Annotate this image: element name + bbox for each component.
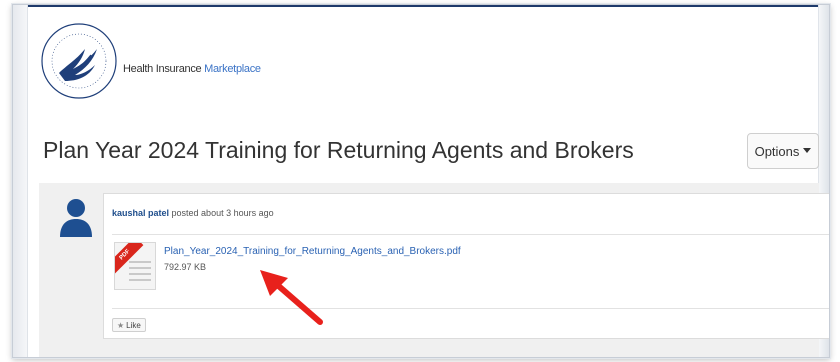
thumbnail-lines xyxy=(129,261,151,285)
page-title: Plan Year 2024 Training for Returning Ag… xyxy=(43,137,634,163)
activity-feed: kaushal patel posted about 3 hours ago P… xyxy=(39,183,829,357)
chevron-down-icon xyxy=(803,147,812,153)
author-link[interactable]: kaushal patel xyxy=(112,208,169,218)
avatar-icon[interactable] xyxy=(59,197,93,237)
post-meta: kaushal patel posted about 3 hours ago xyxy=(112,208,274,218)
divider xyxy=(112,234,829,235)
app-window: Health Insurance Marketplace Plan Year 2… xyxy=(12,4,830,358)
brand-accent-text: Marketplace xyxy=(204,63,261,75)
attachment-size: 792.97 KB xyxy=(164,262,207,272)
like-button[interactable]: ★ Like xyxy=(112,318,146,332)
brand-name: Health Insurance Marketplace xyxy=(123,63,261,75)
left-bezel xyxy=(13,5,28,357)
top-border xyxy=(13,5,829,7)
star-icon: ★ xyxy=(117,320,125,330)
pdf-file-icon[interactable]: PDF xyxy=(114,242,156,290)
post-card: kaushal patel posted about 3 hours ago P… xyxy=(103,193,829,339)
brand-text: Health Insurance xyxy=(123,63,205,75)
options-label: Options xyxy=(754,143,800,159)
post-action-text: posted about 3 hours ago xyxy=(169,208,274,218)
hhs-seal-icon xyxy=(41,23,117,99)
like-label: Like xyxy=(126,320,141,330)
attachment-link[interactable]: Plan_Year_2024_Training_for_Returning_Ag… xyxy=(164,246,461,257)
pointer-arrow-icon xyxy=(260,270,323,325)
options-button[interactable]: Options xyxy=(747,133,819,169)
divider xyxy=(112,308,829,309)
title-bar: Plan Year 2024 Training for Returning Ag… xyxy=(39,123,819,184)
